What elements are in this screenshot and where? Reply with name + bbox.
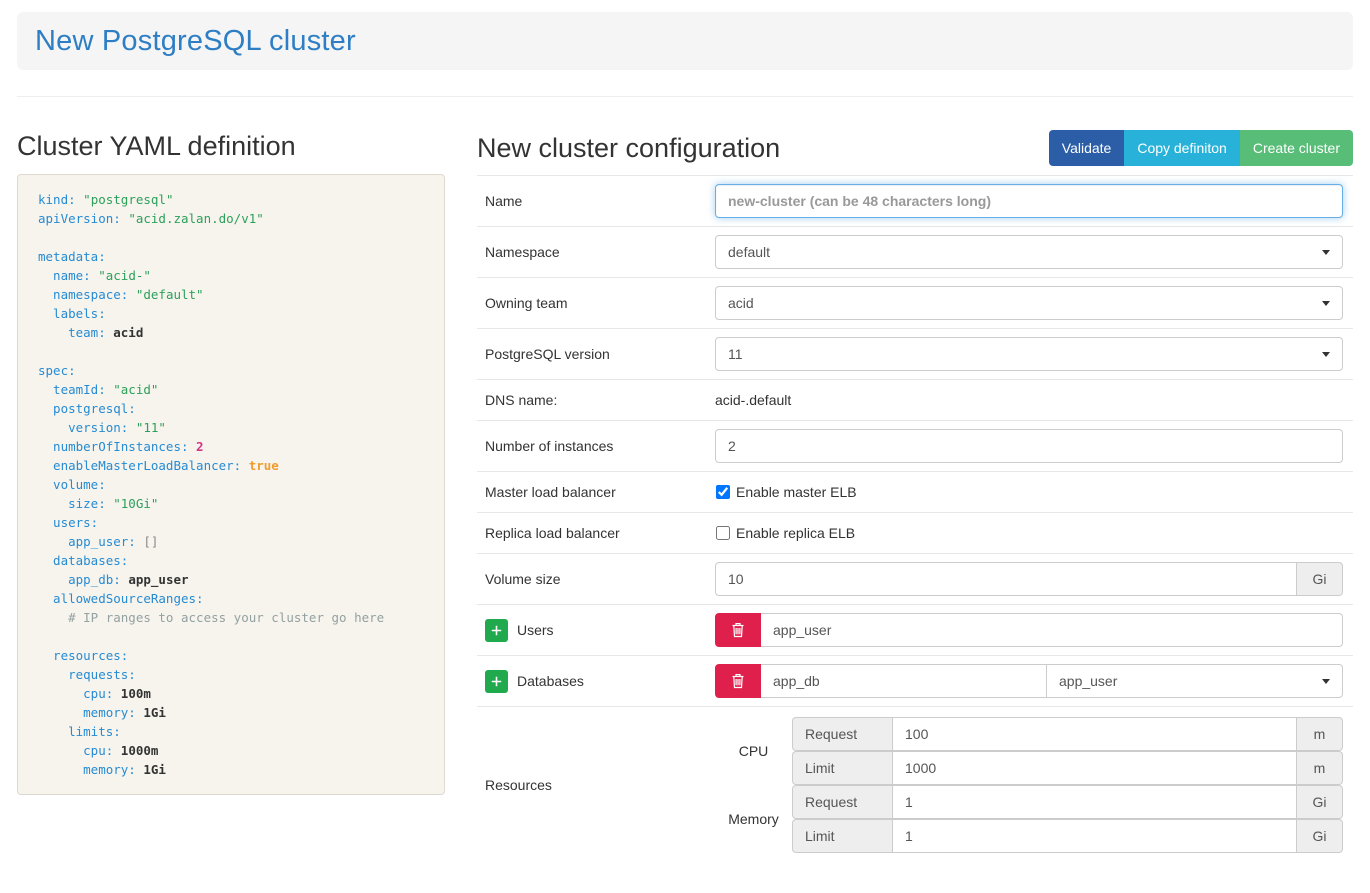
memory-label: Memory [715,785,792,853]
namespace-select[interactable]: default [715,235,1343,269]
limit-addon: Limit [792,751,892,785]
memory-request-unit-addon: Gi [1297,785,1343,819]
memory-limit-group: Limit Gi [792,819,1343,853]
cpu-label: CPU [715,717,792,785]
form-row-namespace: Namespace default [477,226,1353,277]
database-entry-row: app_user [715,664,1343,698]
plus-icon [491,624,502,637]
plus-icon [491,675,502,688]
memory-request-input[interactable] [892,785,1297,819]
delete-user-button[interactable] [715,613,761,647]
caret-down-icon [1322,352,1330,357]
page-title: New PostgreSQL cluster [35,25,356,58]
add-user-button[interactable] [485,619,508,642]
cluster-yaml-definition: kind: "postgresql"apiVersion: "acid.zala… [17,174,445,795]
cluster-config-form: Name Namespace default Owning [477,175,1353,865]
form-row-owning-team: Owning team acid [477,277,1353,328]
pg-version-selected-value: 11 [728,346,743,362]
memory-limit-unit-addon: Gi [1297,819,1343,853]
add-database-button[interactable] [485,670,508,693]
request-addon: Request [792,785,892,819]
validate-button[interactable]: Validate [1049,130,1125,166]
volume-unit-addon: Gi [1297,562,1343,596]
user-name-input[interactable] [761,613,1343,647]
cluster-name-input[interactable] [715,184,1343,218]
form-row-master-lb: Master load balancer Enable master ELB [477,471,1353,512]
form-row-databases: Databases [477,655,1353,706]
owning-team-selected-value: acid [728,295,754,311]
trash-icon [731,622,745,638]
cpu-limit-group: Limit m [792,751,1343,785]
cpu-request-input[interactable] [892,717,1297,751]
form-row-name: Name [477,175,1353,226]
databases-label: Databases [517,673,584,689]
replica-elb-checkbox[interactable] [716,526,730,540]
database-owner-select[interactable]: app_user [1046,664,1343,698]
memory-request-group: Request Gi [792,785,1343,819]
cpu-limit-input[interactable] [892,751,1297,785]
cpu-limit-unit-addon: m [1297,751,1343,785]
instances-input[interactable] [715,429,1343,463]
page: New PostgreSQL cluster Cluster YAML defi… [0,12,1370,865]
caret-down-icon [1322,679,1330,684]
memory-limit-input[interactable] [892,819,1297,853]
namespace-selected-value: default [728,244,770,260]
pg-version-select[interactable]: 11 [715,337,1343,371]
resources-label: Resources [477,717,715,853]
user-entry-row [715,613,1343,647]
limit-addon: Limit [792,819,892,853]
form-row-users: Users [477,604,1353,655]
form-row-pg-version: PostgreSQL version 11 [477,328,1353,379]
caret-down-icon [1322,301,1330,306]
dns-name-label: DNS name: [477,392,715,408]
owning-team-label: Owning team [477,295,715,311]
form-row-volume-size: Volume size Gi [477,553,1353,604]
volume-size-input[interactable] [715,562,1297,596]
trash-icon [731,673,745,689]
form-row-instances: Number of instances [477,420,1353,471]
replica-lb-label: Replica load balancer [477,525,715,541]
database-name-input[interactable] [761,664,1047,698]
yaml-panel-heading: Cluster YAML definition [17,130,445,162]
action-button-group: Validate Copy definiton Create cluster [1049,130,1353,166]
master-elb-checkbox-label: Enable master ELB [736,484,857,500]
config-panel: New cluster configuration Validate Copy … [477,130,1353,865]
users-label: Users [517,622,554,638]
form-row-resources: Resources CPU Memory Request m Limit [477,706,1353,865]
dns-name-value: acid-.default [715,392,791,408]
instances-label: Number of instances [477,438,715,454]
cpu-request-group: Request m [792,717,1343,751]
copy-definition-button[interactable]: Copy definiton [1124,130,1240,166]
master-elb-checkbox[interactable] [716,485,730,499]
cpu-request-unit-addon: m [1297,717,1343,751]
page-header: New PostgreSQL cluster [17,12,1353,70]
form-row-replica-lb: Replica load balancer Enable replica ELB [477,512,1353,553]
volume-size-label: Volume size [477,571,715,587]
owning-team-select[interactable]: acid [715,286,1343,320]
pg-version-label: PostgreSQL version [477,346,715,362]
request-addon: Request [792,717,892,751]
delete-database-button[interactable] [715,664,761,698]
form-row-dns-name: DNS name: acid-.default [477,379,1353,420]
header-divider [17,96,1353,97]
namespace-label: Namespace [477,244,715,260]
caret-down-icon [1322,250,1330,255]
create-cluster-button[interactable]: Create cluster [1240,130,1353,166]
replica-elb-checkbox-label: Enable replica ELB [736,525,855,541]
database-owner-selected-value: app_user [1059,673,1117,689]
yaml-panel: Cluster YAML definition kind: "postgresq… [17,130,445,795]
name-label: Name [477,193,715,209]
master-lb-label: Master load balancer [477,484,715,500]
config-panel-heading: New cluster configuration [477,132,780,164]
